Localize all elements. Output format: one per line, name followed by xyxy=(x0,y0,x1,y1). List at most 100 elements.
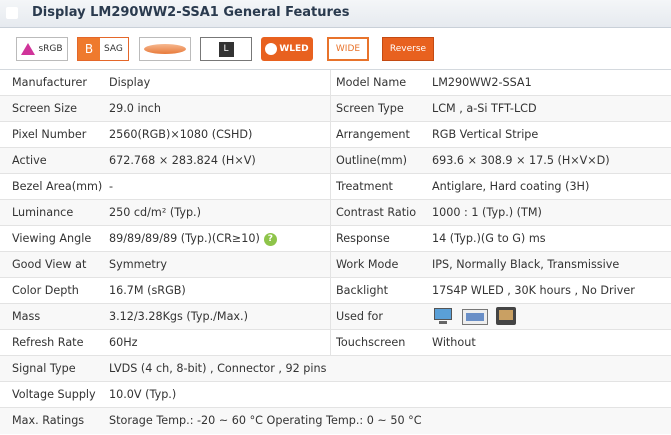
arrangement-value: RGB Vertical Stripe xyxy=(432,128,539,141)
response-value: 14 (Typ.)(G to G) ms xyxy=(432,232,546,245)
wide-badge-label: WIDE xyxy=(335,44,361,54)
color-triangle-icon xyxy=(21,43,36,55)
header-bullet-icon xyxy=(6,7,18,19)
viewing-angle-value: 89/89/89/89 (Typ.)(CR≥10) xyxy=(109,232,260,245)
pixel-number-label: Pixel Number xyxy=(12,128,87,141)
luminance-label: Luminance xyxy=(12,206,74,219)
column-divider xyxy=(330,226,331,251)
sag-badge-label: SAG xyxy=(104,44,123,54)
backlight-label: Backlight xyxy=(336,284,388,297)
column-divider xyxy=(330,278,331,303)
page-title: Display LM290WW2-SSA1 General Features xyxy=(32,5,350,20)
voltage-supply-label: Voltage Supply xyxy=(12,388,96,401)
sag-badge[interactable]: B SAG xyxy=(77,37,129,61)
column-divider xyxy=(330,174,331,199)
manufacturer-value: Display xyxy=(109,76,151,89)
column-divider xyxy=(330,70,331,95)
screen-type-label: Screen Type xyxy=(336,102,404,115)
refresh-rate-value: 60Hz xyxy=(109,336,138,349)
spec-row: Refresh Rate 60Hz Touchscreen Without xyxy=(0,330,671,356)
spec-row: Active 672.768 × 283.824 (H×V) Outline(m… xyxy=(0,148,671,174)
monitor-icon[interactable] xyxy=(432,307,454,325)
good-view-value: Symmetry xyxy=(109,258,168,271)
bezel-area-label: Bezel Area(mm) xyxy=(12,180,102,193)
bezel-area-value: - xyxy=(109,180,114,193)
voltage-supply-value: 10.0V (Typ.) xyxy=(109,388,177,401)
wave-icon xyxy=(144,44,186,54)
srgb-badge[interactable]: sRGB xyxy=(16,37,68,61)
l-badge-label: L xyxy=(218,41,234,57)
max-ratings-value: Storage Temp.: -20 ~ 60 °C Operating Tem… xyxy=(109,414,422,427)
viewing-angle-label: Viewing Angle xyxy=(12,232,92,245)
work-mode-label: Work Mode xyxy=(336,258,399,271)
panel-icon[interactable] xyxy=(462,309,488,325)
manufacturer-label: Manufacturer xyxy=(12,76,87,89)
max-ratings-label: Max. Ratings xyxy=(12,414,85,427)
outline-label: Outline(mm) xyxy=(336,154,407,167)
wide-badge[interactable]: WIDE xyxy=(327,37,369,61)
reverse-badge[interactable]: Reverse xyxy=(382,37,434,61)
pixel-number-value: 2560(RGB)×1080 (CSHD) xyxy=(109,128,253,141)
active-value: 672.768 × 283.824 (H×V) xyxy=(109,154,256,167)
spec-row: Voltage Supply 10.0V (Typ.) xyxy=(0,382,671,408)
spec-table: Manufacturer Display Model Name LM290WW2… xyxy=(0,70,671,434)
help-icon[interactable]: ? xyxy=(263,232,277,246)
model-name-label: Model Name xyxy=(336,76,407,89)
outline-value: 693.6 × 308.9 × 17.5 (H×V×D) xyxy=(432,154,610,167)
surface-badge[interactable] xyxy=(139,37,191,61)
spec-row: Pixel Number 2560(RGB)×1080 (CSHD) Arran… xyxy=(0,122,671,148)
color-depth-label: Color Depth xyxy=(12,284,79,297)
tv-icon[interactable] xyxy=(496,307,516,325)
sag-badge-letter: B xyxy=(78,38,100,60)
good-view-label: Good View at xyxy=(12,258,87,271)
spec-row: Manufacturer Display Model Name LM290WW2… xyxy=(0,70,671,96)
spec-row: Max. Ratings Storage Temp.: -20 ~ 60 °C … xyxy=(0,408,671,434)
active-label: Active xyxy=(12,154,47,167)
spec-row: Bezel Area(mm) - Treatment Antiglare, Ha… xyxy=(0,174,671,200)
refresh-rate-label: Refresh Rate xyxy=(12,336,84,349)
wled-badge-label: WLED xyxy=(279,44,309,54)
color-depth-value: 16.7M (sRGB) xyxy=(109,284,186,297)
led-icon xyxy=(265,43,278,55)
spec-row: Viewing Angle 89/89/89/89 (Typ.)(CR≥10)?… xyxy=(0,226,671,252)
signal-type-label: Signal Type xyxy=(12,362,76,375)
column-divider xyxy=(330,252,331,277)
spec-header: Display LM290WW2-SSA1 General Features xyxy=(0,0,671,28)
used-for-label: Used for xyxy=(336,310,383,323)
column-divider xyxy=(330,304,331,329)
treatment-label: Treatment xyxy=(336,180,393,193)
mass-label: Mass xyxy=(12,310,41,323)
column-divider xyxy=(330,122,331,147)
reverse-badge-label: Reverse xyxy=(389,44,427,54)
screen-size-label: Screen Size xyxy=(12,102,77,115)
mass-value: 3.12/3.28Kgs (Typ./Max.) xyxy=(109,310,248,323)
arrangement-label: Arrangement xyxy=(336,128,410,141)
column-divider xyxy=(330,330,331,355)
screen-type-value: LCM , a-Si TFT-LCD xyxy=(432,102,537,115)
column-divider xyxy=(330,148,331,173)
spec-row: Luminance 250 cd/m² (Typ.) Contrast Rati… xyxy=(0,200,671,226)
contrast-ratio-label: Contrast Ratio xyxy=(336,206,417,219)
signal-type-value: LVDS (4 ch, 8-bit) , Connector , 92 pins xyxy=(109,362,327,375)
srgb-badge-label: sRGB xyxy=(38,44,63,54)
touchscreen-label: Touchscreen xyxy=(336,336,406,349)
wled-badge[interactable]: WLED xyxy=(261,37,313,61)
spec-row: Good View at Symmetry Work Mode IPS, Nor… xyxy=(0,252,671,278)
used-for-icons xyxy=(432,307,516,327)
response-label: Response xyxy=(336,232,390,245)
spec-row: Color Depth 16.7M (sRGB) Backlight 17S4P… xyxy=(0,278,671,304)
treatment-value: Antiglare, Hard coating (3H) xyxy=(432,180,590,193)
spec-row: Screen Size 29.0 inch Screen Type LCM , … xyxy=(0,96,671,122)
spec-row: Mass 3.12/3.28Kgs (Typ./Max.) Used for xyxy=(0,304,671,330)
column-divider xyxy=(330,96,331,121)
backlight-value: 17S4P WLED , 30K hours , No Driver xyxy=(432,284,635,297)
spec-row: Signal Type LVDS (4 ch, 8-bit) , Connect… xyxy=(0,356,671,382)
model-name-value: LM290WW2-SSA1 xyxy=(432,76,532,89)
column-divider xyxy=(330,200,331,225)
screen-size-value: 29.0 inch xyxy=(109,102,161,115)
feature-badges: sRGB B SAG L WLED WIDE Reverse xyxy=(0,28,671,70)
touchscreen-value: Without xyxy=(432,336,476,349)
l-badge[interactable]: L xyxy=(200,37,252,61)
viewing-angle-cell: 89/89/89/89 (Typ.)(CR≥10)? xyxy=(109,226,329,251)
work-mode-value: IPS, Normally Black, Transmissive xyxy=(432,258,620,271)
